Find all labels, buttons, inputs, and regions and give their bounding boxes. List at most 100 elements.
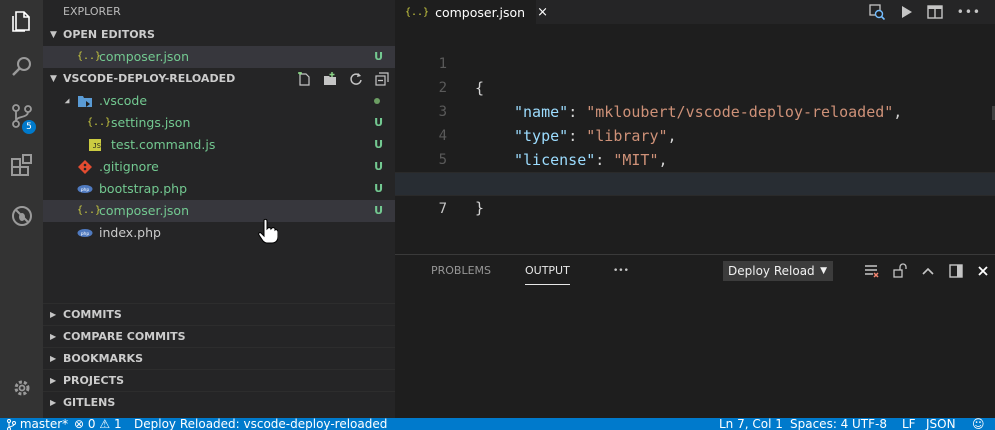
- tab-problems[interactable]: PROBLEMS: [431, 263, 491, 287]
- code-line: 1 {: [395, 28, 995, 97]
- tree-item-settings-json[interactable]: {..} settings.json U: [43, 112, 395, 134]
- output-channel-select[interactable]: Deploy Reload ▼: [723, 261, 833, 281]
- bracket-guide: [475, 34, 476, 38]
- section-label: BOOKMARKS: [63, 352, 143, 365]
- line-text: }: [475, 199, 485, 217]
- section-label: COMMITS: [63, 308, 122, 321]
- more-actions-icon[interactable]: •••: [957, 5, 981, 19]
- tree-item-index-php[interactable]: php index.php: [43, 222, 395, 244]
- code-line: 5 "require": {}: [395, 124, 995, 193]
- open-editor-item[interactable]: {..} composer.json U: [43, 46, 395, 68]
- open-editors-header[interactable]: ▼ OPEN EDITORS: [43, 24, 395, 46]
- chevron-down-icon: ▼: [820, 266, 827, 276]
- tree-item-bootstrap-php[interactable]: php bootstrap.php U: [43, 178, 395, 200]
- git-file-icon: [78, 160, 92, 174]
- encoding-status[interactable]: UTF-8: [852, 418, 887, 430]
- split-editor-icon[interactable]: [927, 5, 943, 19]
- maximize-panel-icon[interactable]: [921, 264, 935, 278]
- open-changes-icon[interactable]: [869, 4, 885, 20]
- tree-item-composer-json[interactable]: {..} composer.json U: [43, 200, 395, 222]
- chevron-down-icon: ▼: [50, 74, 57, 84]
- language-mode[interactable]: JSON: [926, 418, 956, 430]
- status-bar: master* ⊗ 0 ⚠ 1 Deploy Reloaded: vscode-…: [0, 418, 995, 430]
- open-editor-filename: composer.json: [99, 49, 190, 64]
- explorer-title: EXPLORER: [63, 5, 121, 18]
- eol-status[interactable]: LF: [902, 418, 916, 430]
- vscode-folder-icon: [78, 96, 92, 107]
- section-label: PROJECTS: [63, 374, 124, 387]
- bookmarks-section-header[interactable]: ▶ BOOKMARKS: [43, 347, 395, 369]
- settings-gear-icon[interactable]: [0, 368, 43, 408]
- refresh-icon[interactable]: [349, 72, 363, 86]
- section-label: GITLENS: [63, 396, 116, 409]
- folder-actions: [297, 68, 389, 90]
- more-tabs-icon[interactable]: •••: [613, 263, 629, 287]
- files-icon[interactable]: [0, 0, 43, 40]
- panel-actions: [863, 261, 995, 281]
- branch-status[interactable]: master*: [6, 418, 68, 430]
- current-code-line: 7: [395, 172, 995, 217]
- problems-status[interactable]: ⊗ 0 ⚠ 1: [74, 418, 122, 430]
- tree-item-label: composer.json: [99, 203, 190, 218]
- tab-composer-json[interactable]: {..} composer.json ×: [395, 0, 548, 24]
- gitlens-section-header[interactable]: ▶ GITLENS: [43, 391, 395, 413]
- activity-bar: 5: [0, 0, 43, 418]
- source-control-icon[interactable]: 5: [0, 96, 43, 136]
- new-folder-icon[interactable]: [323, 72, 337, 86]
- chevron-right-icon: ▶: [50, 354, 57, 363]
- warning-icon: ⚠: [99, 418, 111, 430]
- debug-icon[interactable]: [0, 196, 43, 236]
- folder-label: VSCODE-DEPLOY-RELOADED: [63, 72, 236, 85]
- new-file-icon[interactable]: [297, 72, 311, 86]
- folder-header[interactable]: ▼ VSCODE-DEPLOY-RELOADED: [43, 68, 395, 90]
- tree-item-vscode-folder[interactable]: ◢ .vscode: [43, 90, 395, 112]
- untracked-status: U: [374, 116, 383, 129]
- json-file-icon: {..}: [77, 51, 102, 62]
- clear-output-icon[interactable]: [863, 263, 879, 279]
- warning-count: 1: [113, 418, 122, 430]
- open-editors-label: OPEN EDITORS: [63, 28, 155, 41]
- tree-item-test-command-js[interactable]: JS test.command.js U: [43, 134, 395, 156]
- toggle-panel-position-icon[interactable]: [949, 264, 963, 278]
- deploy-status-message[interactable]: Deploy Reloaded: vscode-deploy-reloaded: [134, 418, 387, 430]
- feedback-smiley-icon[interactable]: ☺: [972, 418, 985, 430]
- explorer-sidebar: EXPLORER ▼ OPEN EDITORS {..} composer.js…: [43, 0, 395, 418]
- run-icon[interactable]: [899, 5, 913, 19]
- close-icon[interactable]: ×: [537, 5, 548, 20]
- php-file-icon: php: [77, 185, 93, 193]
- indentation-status[interactable]: Spaces: 4: [790, 418, 848, 430]
- code-editor[interactable]: 1 { 2 "name": "mkloubert/vscode-deploy-r…: [395, 24, 995, 254]
- extensions-icon[interactable]: [0, 145, 43, 185]
- search-icon[interactable]: [0, 47, 43, 87]
- projects-section-header[interactable]: ▶ PROJECTS: [43, 369, 395, 391]
- chevron-right-icon: ▶: [50, 310, 57, 319]
- close-panel-icon[interactable]: [977, 265, 989, 277]
- php-file-icon: php: [77, 229, 93, 237]
- commits-section-header[interactable]: ▶ COMMITS: [43, 303, 395, 325]
- tab-output[interactable]: OUTPUT: [525, 263, 570, 285]
- cursor-position[interactable]: Ln 7, Col 1: [719, 418, 783, 430]
- bottom-panel: PROBLEMS OUTPUT ••• Deploy Reload ▼: [395, 254, 995, 418]
- chevron-right-icon: ▶: [50, 398, 57, 407]
- hand-cursor-icon: [258, 218, 278, 244]
- svg-text:php: php: [81, 187, 90, 193]
- code-line: 2 "name": "mkloubert/vscode-deploy-reloa…: [395, 52, 995, 121]
- tree-item-gitignore[interactable]: .gitignore U: [43, 156, 395, 178]
- js-file-icon: JS: [89, 139, 101, 151]
- code-line: 6 }: [395, 148, 995, 217]
- compare-commits-section-header[interactable]: ▶ COMPARE COMMITS: [43, 325, 395, 347]
- tree-item-label: .vscode: [99, 93, 148, 108]
- section-label: COMPARE COMMITS: [63, 330, 186, 343]
- code-line: 4 "license": "MIT",: [395, 100, 995, 169]
- editor-tab-bar: {..} composer.json × •••: [395, 0, 995, 24]
- tree-item-label: index.php: [99, 225, 161, 240]
- collapse-all-icon[interactable]: [375, 72, 389, 86]
- chevron-right-icon: ▶: [50, 332, 57, 341]
- json-file-icon: {..}: [87, 117, 112, 128]
- scroll-lock-icon[interactable]: [893, 263, 907, 279]
- error-icon: ⊗: [74, 418, 85, 430]
- chevron-down-icon: ▼: [50, 30, 57, 40]
- untracked-status: U: [374, 204, 383, 217]
- untracked-status: U: [374, 50, 383, 63]
- tree-item-label: bootstrap.php: [99, 181, 188, 196]
